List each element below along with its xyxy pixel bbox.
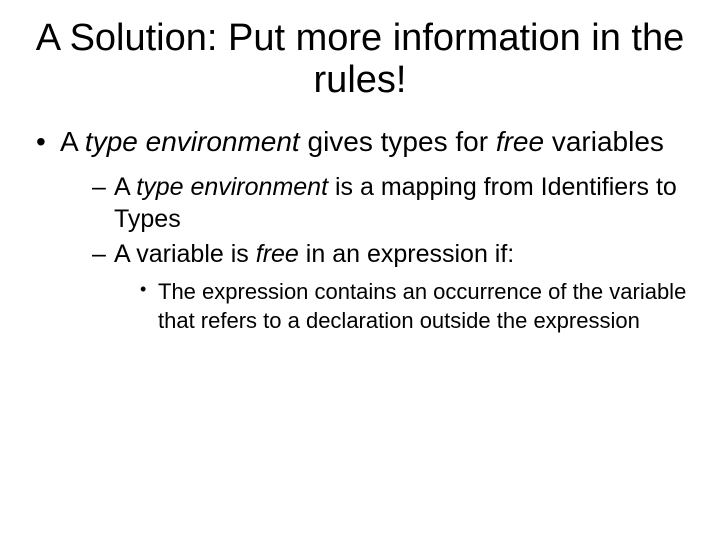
sub-1: A type environment is a mapping from Ide… bbox=[92, 171, 690, 236]
t: in an expression if: bbox=[299, 240, 514, 268]
t: A bbox=[114, 173, 136, 201]
emph: type environment bbox=[136, 173, 328, 201]
t: variables bbox=[544, 126, 664, 157]
emph: free bbox=[256, 240, 299, 268]
bullet-list: A type environment gives types for free … bbox=[30, 124, 690, 336]
subsub-list: The expression contains an occurrence of… bbox=[114, 278, 690, 335]
bullet-1-text: A type environment gives types for free … bbox=[60, 126, 664, 157]
emph: type environment bbox=[85, 126, 300, 157]
slide-title: A Solution: Put more information in the … bbox=[30, 18, 690, 102]
emph: free bbox=[496, 126, 544, 157]
sub-list: A type environment is a mapping from Ide… bbox=[60, 171, 690, 336]
t: The expression contains an occurrence of… bbox=[158, 279, 686, 333]
bullet-1: A type environment gives types for free … bbox=[36, 124, 690, 336]
sub-2: A variable is free in an expression if: … bbox=[92, 238, 690, 336]
subsub-1: The expression contains an occurrence of… bbox=[140, 278, 690, 335]
t: gives types for bbox=[300, 126, 496, 157]
t: A variable is bbox=[114, 240, 256, 268]
t: A bbox=[60, 126, 85, 157]
slide: A Solution: Put more information in the … bbox=[0, 0, 720, 540]
